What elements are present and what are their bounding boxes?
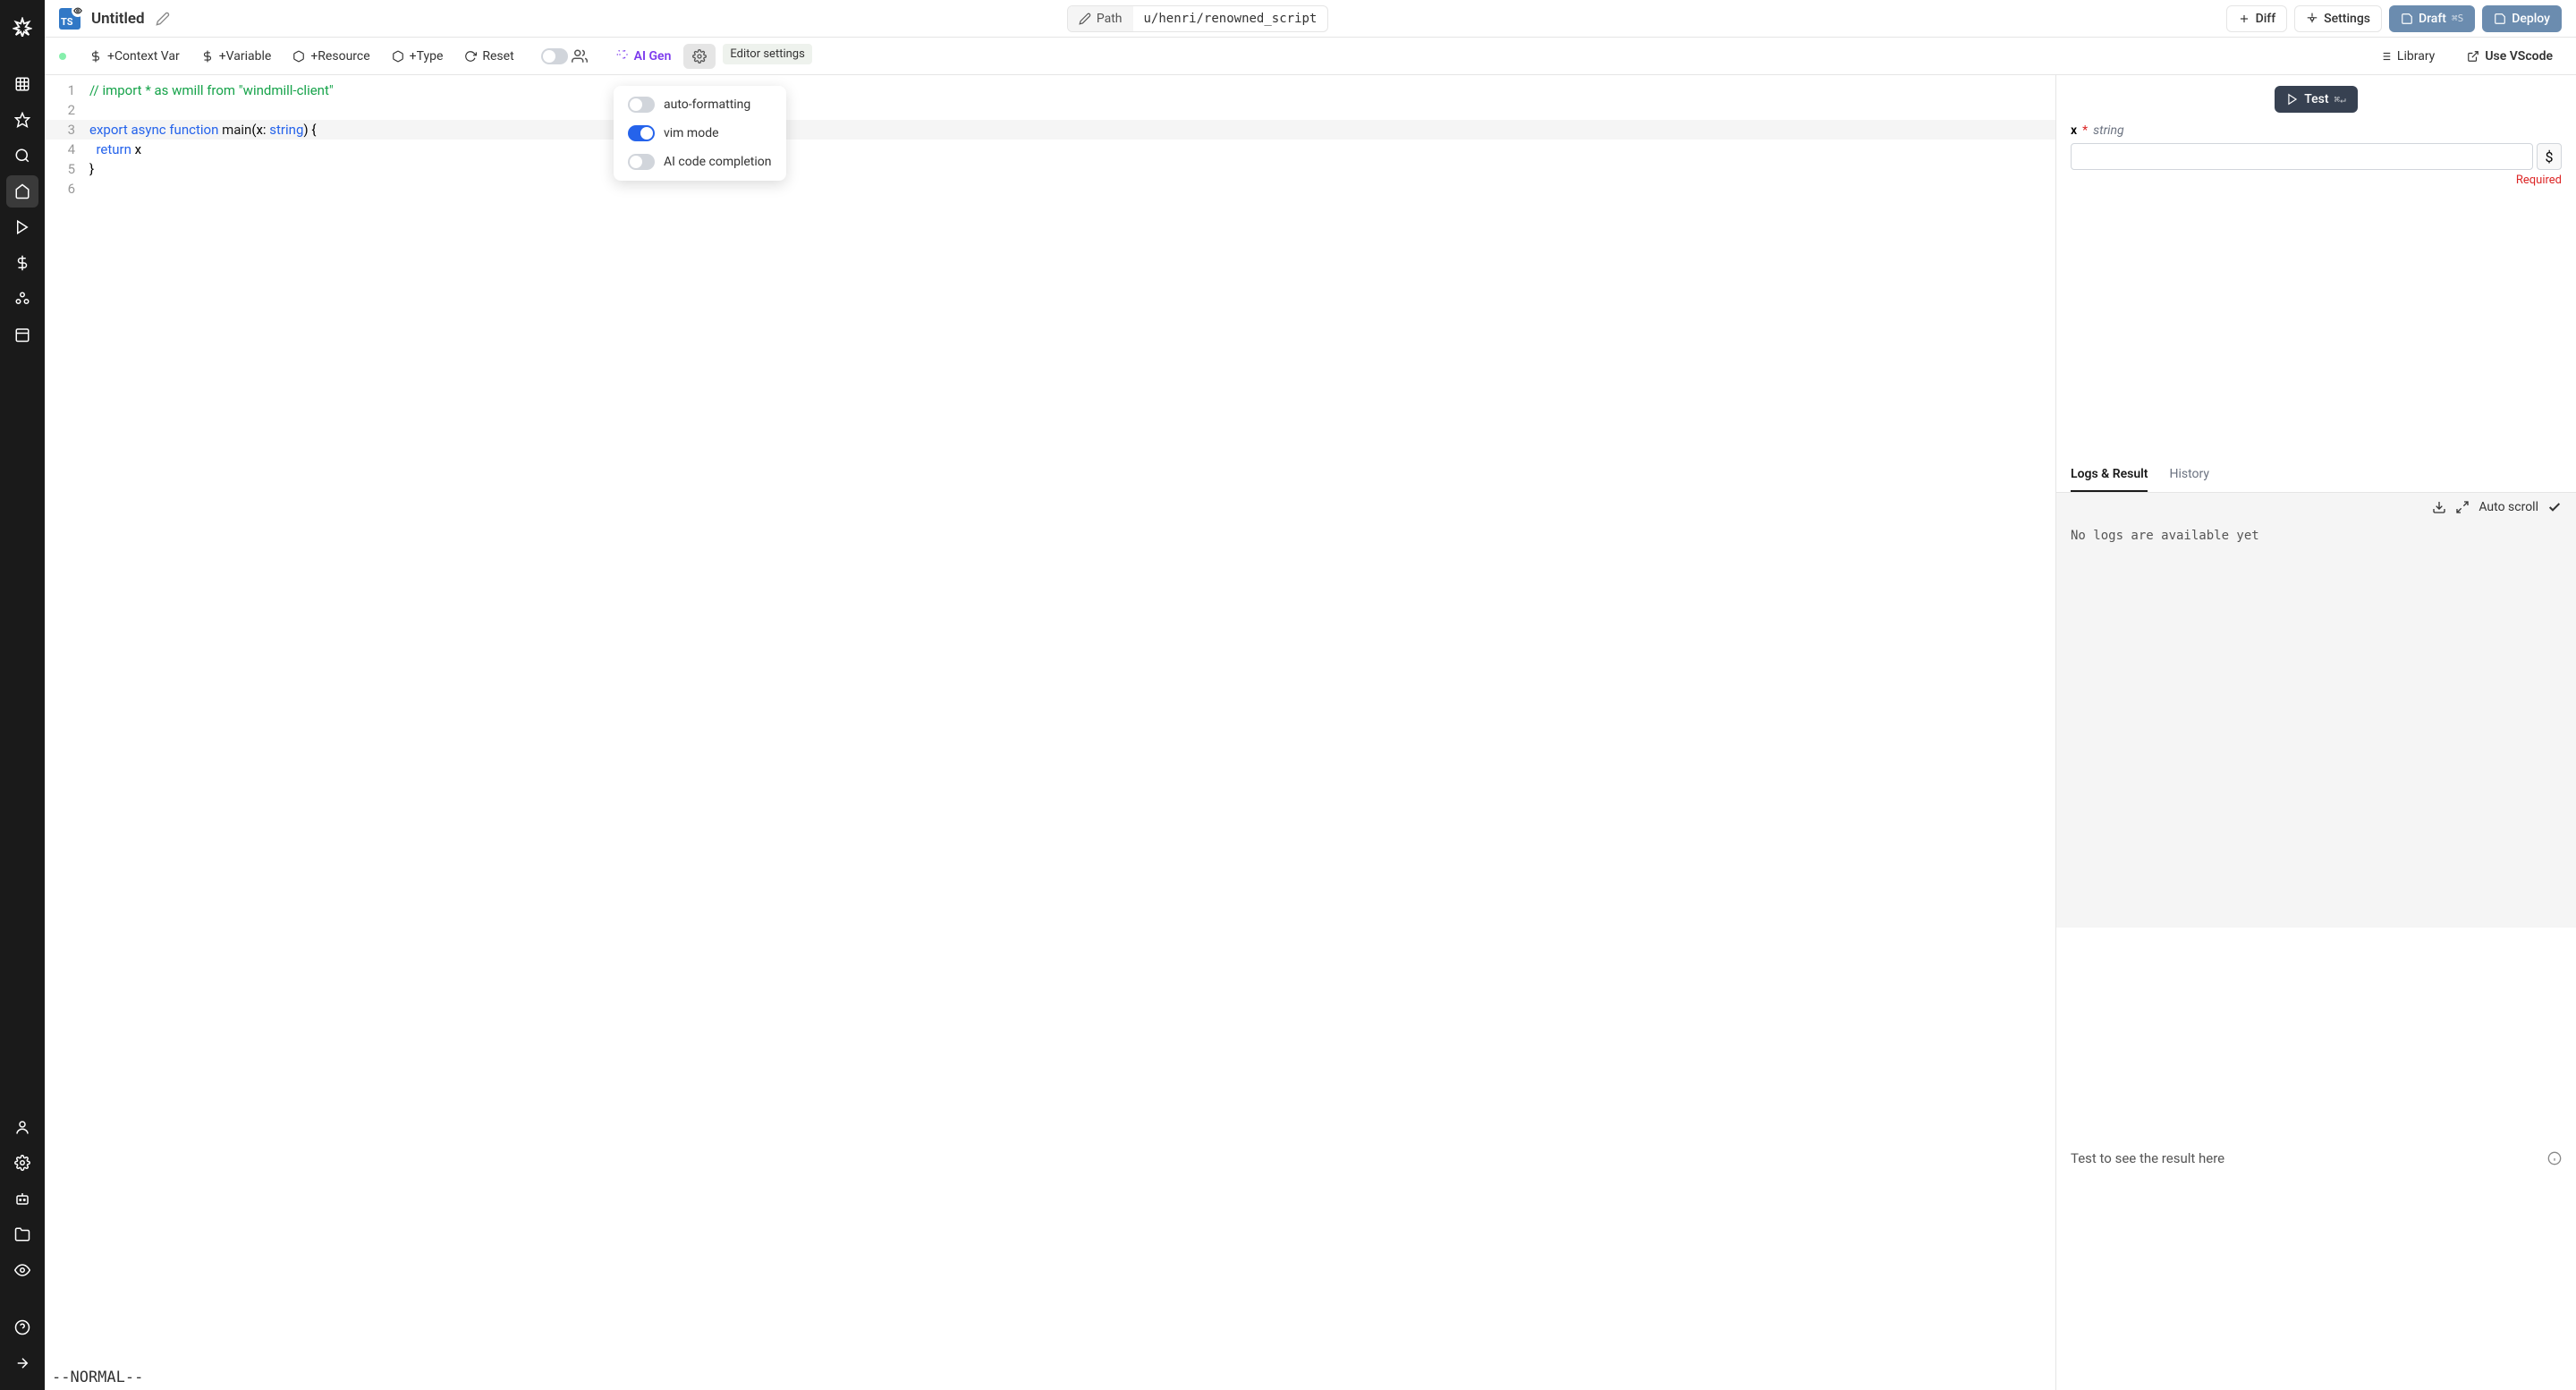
tab-history[interactable]: History — [2169, 458, 2209, 492]
main-area: TS Untitled Path u/henri/renowned_script — [45, 0, 2576, 1390]
home-icon[interactable] — [6, 175, 38, 208]
param-input[interactable] — [2071, 143, 2533, 170]
auto-formatting-option[interactable]: auto-formatting — [628, 97, 772, 113]
logs-toolbar: Auto scroll — [2056, 493, 2576, 521]
dollar-icon[interactable] — [6, 247, 38, 279]
logs-section: Auto scroll No logs are available yet — [2056, 493, 2576, 927]
context-var-button[interactable]: +Context Var — [80, 44, 189, 69]
editor-settings-button[interactable]: Editor settings — [683, 44, 716, 69]
check-icon[interactable] — [2547, 500, 2562, 514]
use-vscode-button[interactable]: Use VScode — [2458, 44, 2562, 69]
file-type-icon: TS — [59, 8, 80, 30]
resource-button[interactable]: +Resource — [284, 44, 378, 69]
info-icon[interactable] — [2547, 1151, 2562, 1165]
settings-icon[interactable] — [6, 1147, 38, 1179]
right-panel: Test ⌘↵ x* string $ Required Logs & Resu… — [2055, 75, 2576, 1390]
calendar-icon[interactable] — [6, 318, 38, 351]
header-right: Diff Settings Draft ⌘S Deploy — [2226, 5, 2562, 32]
editor-settings-tooltip: Editor settings — [723, 44, 811, 64]
page-title: Untitled — [91, 10, 145, 28]
vim-status: --NORMAL-- — [45, 1365, 2055, 1390]
code-area[interactable]: 1// import * as wmill from "windmill-cli… — [45, 75, 2055, 1365]
diff-button[interactable]: Diff — [2226, 5, 2288, 32]
type-button[interactable]: +Type — [383, 44, 453, 69]
search-icon[interactable] — [6, 140, 38, 172]
path-label: Path — [1068, 6, 1133, 31]
result-empty: Test to see the result here — [2071, 1150, 2224, 1166]
auto-formatting-toggle[interactable] — [628, 97, 655, 113]
modules-icon[interactable] — [6, 283, 38, 315]
edit-title-icon[interactable] — [156, 12, 170, 26]
editor-settings-dropdown: auto-formatting vim mode AI code complet… — [614, 86, 786, 181]
folder-icon[interactable] — [6, 1218, 38, 1250]
auto-scroll-label: Auto scroll — [2479, 500, 2538, 514]
tab-logs-result[interactable]: Logs & Result — [2071, 458, 2148, 492]
vim-mode-option[interactable]: vim mode — [628, 125, 772, 141]
play-icon[interactable] — [6, 211, 38, 243]
expand-icon[interactable] — [6, 1347, 38, 1379]
star-icon[interactable] — [6, 104, 38, 136]
param-label: x* string — [2071, 123, 2562, 138]
path-value: u/henri/renowned_script — [1133, 6, 1328, 31]
result-section: Test to see the result here — [2056, 928, 2576, 1390]
bot-icon[interactable] — [6, 1182, 38, 1215]
ai-gen-button[interactable]: AI Gen — [606, 44, 681, 69]
test-button[interactable]: Test ⌘↵ — [2275, 86, 2358, 113]
user-icon[interactable] — [6, 1111, 38, 1143]
users-icon — [572, 48, 588, 64]
required-text: Required — [2071, 174, 2562, 187]
header-center: Path u/henri/renowned_script — [1067, 5, 1329, 32]
toolbar: +Context Var +Variable +Resource +Type R… — [45, 38, 2576, 75]
help-icon[interactable] — [6, 1311, 38, 1343]
file-icon-text: TS — [61, 16, 73, 28]
deploy-button[interactable]: Deploy — [2482, 5, 2562, 32]
status-dot — [59, 53, 66, 60]
content: 1// import * as wmill from "windmill-cli… — [45, 75, 2576, 1390]
file-badge — [72, 4, 84, 17]
ai-completion-option[interactable]: AI code completion — [628, 154, 772, 170]
variable-button[interactable]: +Variable — [192, 44, 281, 69]
dollar-button[interactable]: $ — [2537, 143, 2562, 170]
code-editor[interactable]: 1// import * as wmill from "windmill-cli… — [45, 75, 2055, 1390]
toolbar-right: Library Use VScode — [2370, 44, 2562, 69]
path-badge[interactable]: Path u/henri/renowned_script — [1067, 5, 1329, 32]
result-tabs: Logs & Result History — [2056, 458, 2576, 493]
ai-completion-toggle[interactable] — [628, 154, 655, 170]
header: TS Untitled Path u/henri/renowned_script — [45, 0, 2576, 38]
reset-button[interactable]: Reset — [455, 44, 522, 69]
vim-mode-toggle[interactable] — [628, 125, 655, 141]
grid-icon[interactable] — [6, 68, 38, 100]
draft-button[interactable]: Draft ⌘S — [2389, 5, 2475, 32]
expand-icon[interactable] — [2455, 500, 2470, 514]
download-icon[interactable] — [2432, 500, 2446, 514]
eye-icon[interactable] — [6, 1254, 38, 1286]
library-button[interactable]: Library — [2370, 44, 2444, 69]
test-section: Test ⌘↵ x* string $ Required — [2056, 75, 2576, 198]
sidebar — [0, 0, 45, 1390]
logs-content: No logs are available yet — [2056, 521, 2576, 550]
settings-button[interactable]: Settings — [2294, 5, 2382, 32]
logo-icon[interactable] — [6, 11, 38, 43]
multiplayer-toggle[interactable] — [541, 48, 568, 64]
